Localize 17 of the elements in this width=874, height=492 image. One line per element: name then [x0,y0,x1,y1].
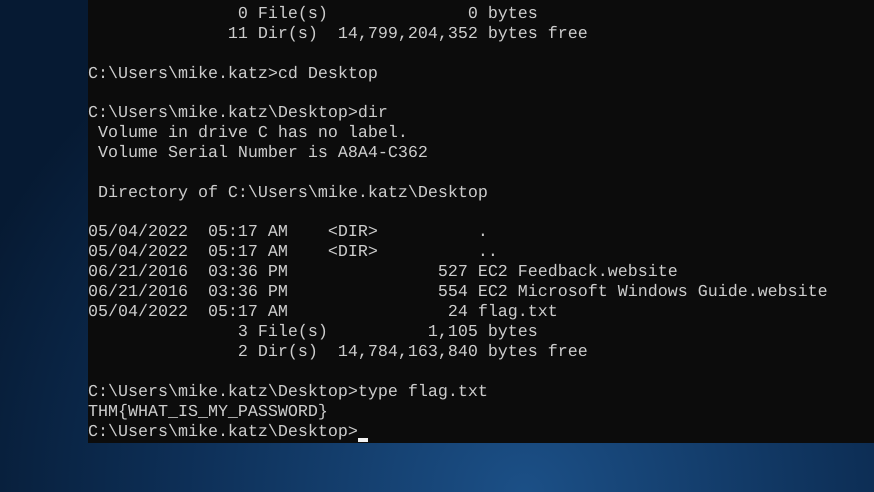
command-prompt: C:\Users\mike.katz\Desktop> [88,422,358,443]
terminal-line: 05/04/2022 05:17 AM <DIR> . [88,223,488,244]
terminal-line: 06/21/2016 03:36 PM 527 EC2 Feedback.website [88,263,678,284]
terminal-line: 0 File(s) 0 bytes [236,5,538,25]
terminal-line: 05/04/2022 05:17 AM <DIR> .. [88,243,498,264]
terminal-line: 06/21/2016 03:36 PM 554 EC2 Microsoft Windows Guide.website [88,283,828,304]
terminal-line: C:\Users\mike.katz>cd Desktop [88,64,378,85]
terminal-line: Directory of C:\Users\mike.katz\Desktop [96,184,488,204]
terminal-line: 3 File(s) 1,105 bytes [236,323,538,344]
terminal-line: C:\Users\mike.katz\Desktop>type flag.txt [88,382,488,403]
terminal-line: Volume in drive C has no label. [96,124,408,144]
terminal-line: THM{WHAT_IS_MY_PASSWORD} [88,402,328,423]
terminal-line: C:\Users\mike.katz\Desktop>dir [88,104,388,124]
terminal-line: 05/04/2022 05:17 AM 24 flag.txt [88,303,558,324]
terminal-line: 2 Dir(s) 14,784,163,840 bytes free [236,343,588,364]
terminal-line: 11 Dir(s) 14,799,204,352 bytes free [226,25,588,45]
terminal-line: Volume Serial Number is A8A4-C362 [96,144,428,164]
